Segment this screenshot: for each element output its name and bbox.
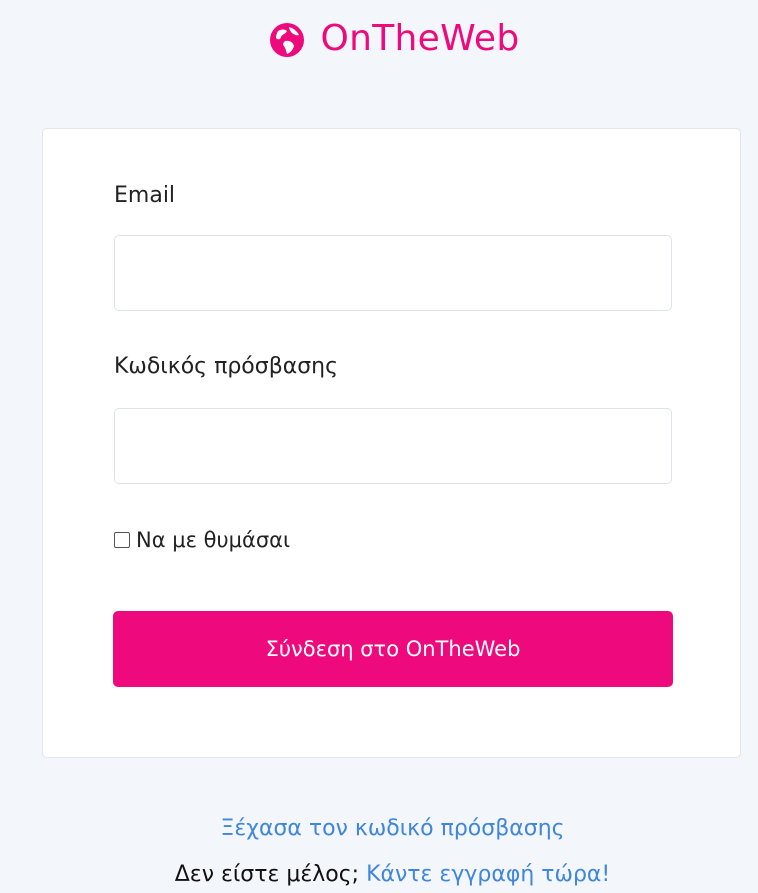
brand-name: OnTheWeb [320, 18, 520, 59]
not-member-text: Δεν είστε μέλος; [174, 862, 360, 887]
login-button[interactable]: Σύνδεση στο OnTheWeb [113, 611, 673, 687]
signup-link[interactable]: Κάντε εγγραφή τώρα! [366, 862, 610, 887]
email-field[interactable] [114, 235, 672, 311]
signup-prompt: Δεν είστε μέλος; Κάντε εγγραφή τώρα! [0, 862, 758, 887]
remember-label: Να με θυμάσαι [136, 528, 291, 552]
password-label: Κωδικός πρόσβασης [114, 354, 339, 379]
password-field[interactable] [114, 408, 672, 484]
email-label: Email [114, 183, 176, 208]
remember-me[interactable]: Να με θυμάσαι [114, 528, 290, 552]
login-card: Email Κωδικός πρόσβασης Να με θυμάσαι Σύ… [42, 128, 741, 758]
remember-checkbox[interactable] [114, 532, 130, 548]
globe-icon [269, 22, 305, 58]
brand-header: OnTheWeb [0, 18, 758, 59]
forgot-password-link[interactable]: Ξέχασα τον κωδικό πρόσβασης [0, 816, 758, 841]
